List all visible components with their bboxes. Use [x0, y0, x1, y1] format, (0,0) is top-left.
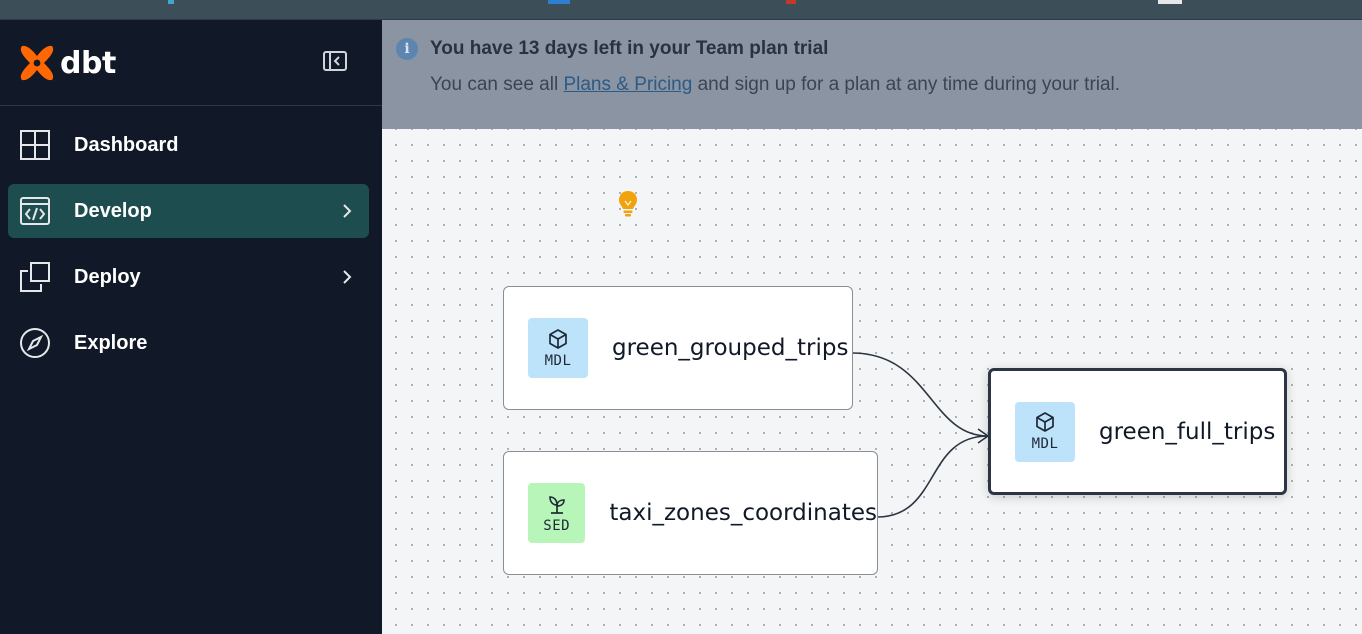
- node-label: green_full_trips: [1099, 418, 1276, 445]
- taskbar-icon: [548, 0, 570, 4]
- node-label: taxi_zones_coordinates: [609, 500, 877, 526]
- code-icon: [19, 195, 51, 227]
- node-type: SED: [543, 517, 571, 534]
- brand-name: dbt: [60, 45, 116, 81]
- model-badge: MDL: [1015, 401, 1075, 462]
- taskbar-icon: [786, 0, 796, 4]
- seed-icon: [548, 495, 565, 514]
- compass-icon: [19, 327, 51, 359]
- plans-pricing-link[interactable]: Plans & Pricing: [563, 74, 692, 95]
- browser-top-strip: [0, 0, 1362, 20]
- sidebar-item-dashboard[interactable]: Dashboard: [8, 118, 369, 172]
- info-icon: i: [396, 38, 418, 60]
- lightbulb-icon[interactable]: [617, 190, 639, 218]
- node-type: MDL: [1031, 436, 1059, 452]
- sidebar-item-develop[interactable]: Develop: [8, 184, 369, 238]
- lineage-node-taxi-zones-coordinates[interactable]: SED taxi_zones_coordinates: [503, 451, 878, 575]
- sidebar-collapse-icon: [323, 51, 347, 71]
- sidebar-item-label: Dashboard: [74, 133, 179, 156]
- seed-badge: SED: [528, 483, 586, 543]
- chevron-right-icon: [343, 204, 352, 218]
- sidebar-item-label: Explore: [74, 331, 148, 354]
- tab-indicator: [168, 0, 174, 4]
- banner-body-prefix: You can see all: [430, 74, 564, 95]
- sidebar-divider: [0, 105, 382, 106]
- cube-icon: [1036, 412, 1054, 432]
- cube-icon: [549, 328, 567, 349]
- banner-title: You have 13 days left in your Team plan …: [430, 38, 829, 59]
- dbt-logo[interactable]: dbt: [18, 44, 116, 82]
- banner-body: You can see all Plans & Pricing and sign…: [430, 74, 1120, 96]
- sidebar-item-explore[interactable]: Explore: [8, 316, 369, 370]
- model-badge: MDL: [528, 318, 588, 378]
- sidebar: dbt Dashboard Develop Deploy Explore: [0, 20, 382, 634]
- lineage-node-green-grouped-trips[interactable]: MDL green_grouped_trips: [503, 286, 853, 410]
- lineage-node-green-full-trips[interactable]: MDL green_full_trips: [988, 368, 1287, 495]
- dbt-logo-icon: [20, 45, 54, 81]
- dashboard-icon: [19, 129, 51, 161]
- taskbar-icon: [1158, 0, 1182, 4]
- sidebar-item-deploy[interactable]: Deploy: [8, 250, 369, 304]
- banner-body-suffix: and sign up for a plan at any time durin…: [692, 74, 1121, 95]
- sidebar-item-label: Develop: [74, 199, 152, 222]
- node-label: green_grouped_trips: [612, 335, 849, 361]
- sidebar-collapse-button[interactable]: [322, 50, 350, 74]
- chevron-right-icon: [343, 270, 352, 284]
- node-type: MDL: [544, 352, 572, 369]
- trial-banner: i You have 13 days left in your Team pla…: [382, 20, 1362, 129]
- deploy-icon: [19, 261, 51, 293]
- sidebar-item-label: Deploy: [74, 265, 141, 288]
